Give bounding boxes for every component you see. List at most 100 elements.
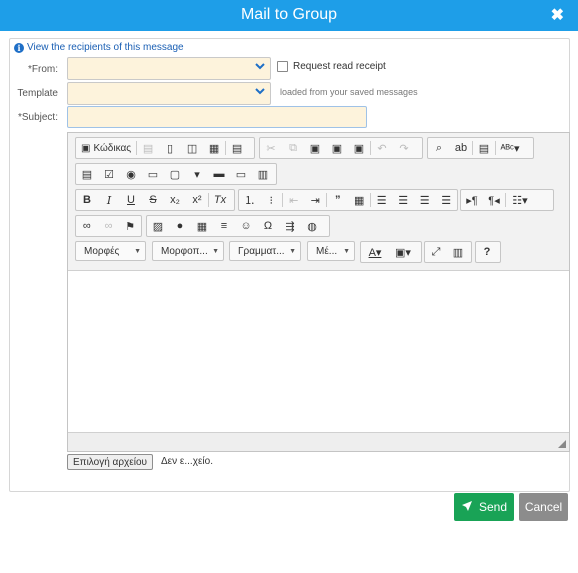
language-icon[interactable]: ☷▾ [506,190,534,210]
hidden-field-icon[interactable]: ▥ [252,164,274,184]
replace-icon[interactable]: ab [450,138,472,158]
view-recipients-label: View the recipients of this message [27,42,184,53]
unlink-icon[interactable]: ∞ [98,216,120,236]
numbered-list-icon[interactable]: ⒈ [239,190,261,210]
text-color-icon[interactable]: A▾ [361,242,389,262]
bold-icon[interactable]: B [76,190,98,210]
bg-color-icon[interactable]: ▣▾ [389,242,417,262]
source-label: Κώδικας [93,142,132,154]
cancel-button[interactable]: Cancel [519,493,568,521]
toolbar-group-insert: ▨ ● ▦ ≡ ☺ Ω ⇶ ◍ [146,215,330,237]
templates-icon[interactable]: ▤ [226,138,248,158]
redo-icon[interactable]: ↷ [393,138,415,158]
remove-format-icon[interactable]: Tx [209,190,231,210]
styles-combo-label: Μορφές [84,245,120,257]
align-left-icon[interactable]: ☰ [371,190,393,210]
font-combo[interactable]: Γραμματ... ▼ [229,241,301,261]
div-icon[interactable]: ▦ [348,190,370,210]
find-icon[interactable]: ⌕ [428,138,450,158]
resize-handle-icon[interactable] [558,440,566,448]
toolbar-group-tools: ⤢ ▥ [424,241,472,263]
toolbar-group-paragraph: ⒈ ⁝ ⇤ ⇥ ” ▦ ☰ ☰ ☰ ☰ [238,189,458,211]
show-blocks-icon[interactable]: ▥ [447,242,469,262]
format-combo[interactable]: Μορφοπ... ▼ [152,241,224,261]
align-center-icon[interactable]: ☰ [392,190,414,210]
image-button-icon[interactable]: ▭ [230,164,252,184]
underline-icon[interactable]: U [120,190,142,210]
toolbar-group-editing: ⌕ ab ▤ ᴬᴮᶜ▾ [427,137,534,159]
maximize-icon[interactable]: ⤢ [425,242,447,262]
about-icon[interactable]: ? [476,242,498,262]
preview-icon[interactable]: ◫ [181,138,203,158]
checkbox-icon[interactable]: ☑ [98,164,120,184]
radio-icon[interactable]: ◉ [120,164,142,184]
button-icon[interactable]: ▬ [208,164,230,184]
close-icon[interactable]: ✖ [551,5,564,25]
copy-icon[interactable]: ⧉ [282,138,304,158]
undo-icon[interactable]: ↶ [371,138,393,158]
cut-icon[interactable]: ✂ [260,138,282,158]
chevron-down-icon: ▼ [343,247,350,255]
form-icon[interactable]: ▤ [76,164,98,184]
horizontal-rule-icon[interactable]: ≡ [213,216,235,236]
select-all-icon[interactable]: ▤ [473,138,495,158]
special-char-icon[interactable]: Ω [257,216,279,236]
toolbar-group-bidi: ▸¶ ¶◂ ☷▾ [460,189,554,211]
anchor-icon[interactable]: ⚑ [119,216,141,236]
toolbar-group-clipboard: ✂ ⧉ ▣ ▣ ▣ ↶ ↷ [259,137,423,159]
smiley-icon[interactable]: ☺ [235,216,257,236]
ltr-icon[interactable]: ▸¶ [461,190,483,210]
superscript-icon[interactable]: x² [186,190,208,210]
source-icon: ▣ [81,142,91,154]
print-icon[interactable]: ▦ [203,138,225,158]
send-button[interactable]: Send [454,493,514,521]
chevron-down-icon: ▼ [289,247,296,255]
toolbar-group-forms: ▤ ☑ ◉ ▭ ▢ ▾ ▬ ▭ ▥ [75,163,277,185]
save-icon[interactable]: ▤ [137,138,159,158]
from-select[interactable] [67,57,271,80]
table-icon[interactable]: ▦ [191,216,213,236]
bulleted-list-icon[interactable]: ⁝ [261,190,283,210]
source-button[interactable]: ▣ Κώδικας [76,143,136,154]
styles-combo[interactable]: Μορφές ▼ [75,241,146,261]
chevron-down-icon [254,85,266,100]
outdent-icon[interactable]: ⇤ [283,190,305,210]
spellcheck-icon[interactable]: ᴬᴮᶜ▾ [496,138,524,158]
rich-text-editor: ▣ Κώδικας ▤ ▯ ◫ ▦ ▤ ✂ ⧉ ▣ ▣ ▣ ↶ ↷ ⌕ ab ▤… [67,132,570,452]
subject-input[interactable] [67,106,367,128]
page-break-icon[interactable]: ⇶ [279,216,301,236]
choose-file-button[interactable]: Επιλογή αρχείου [67,454,153,470]
editor-status-bar [68,432,569,451]
read-receipt-checkbox[interactable] [277,61,288,72]
paste-icon[interactable]: ▣ [304,138,326,158]
editor-toolbar: ▣ Κώδικας ▤ ▯ ◫ ▦ ▤ ✂ ⧉ ▣ ▣ ▣ ↶ ↷ ⌕ ab ▤… [68,133,569,271]
rtl-icon[interactable]: ¶◂ [483,190,505,210]
send-icon [461,500,473,515]
textfield-icon[interactable]: ▭ [142,164,164,184]
format-combo-label: Μορφοπ... [161,245,208,257]
image-icon[interactable]: ▨ [147,216,169,236]
align-right-icon[interactable]: ☰ [414,190,436,210]
blockquote-icon[interactable]: ” [327,190,349,210]
toolbar-group-about: ? [475,241,501,263]
editor-content-area[interactable] [68,271,569,432]
font-combo-label: Γραμματ... [238,245,285,257]
paste-text-icon[interactable]: ▣ [326,138,348,158]
view-recipients-link[interactable]: i View the recipients of this message [14,42,184,53]
strike-icon[interactable]: S [142,190,164,210]
iframe-icon[interactable]: ◍ [301,216,323,236]
flash-icon[interactable]: ● [169,216,191,236]
new-page-icon[interactable]: ▯ [159,138,181,158]
template-select[interactable] [67,82,271,105]
toolbar-group-document: ▣ Κώδικας ▤ ▯ ◫ ▦ ▤ [75,137,255,159]
link-icon[interactable]: ∞ [76,216,98,236]
textarea-icon[interactable]: ▢ [164,164,186,184]
justify-icon[interactable]: ☰ [435,190,457,210]
select-icon[interactable]: ▾ [186,164,208,184]
indent-icon[interactable]: ⇥ [304,190,326,210]
size-combo[interactable]: Μέ... ▼ [307,241,355,261]
subscript-icon[interactable]: x₂ [164,190,186,210]
dialog-titlebar: Mail to Group ✖ [0,0,578,31]
italic-icon[interactable]: I [98,190,120,210]
paste-word-icon[interactable]: ▣ [348,138,370,158]
